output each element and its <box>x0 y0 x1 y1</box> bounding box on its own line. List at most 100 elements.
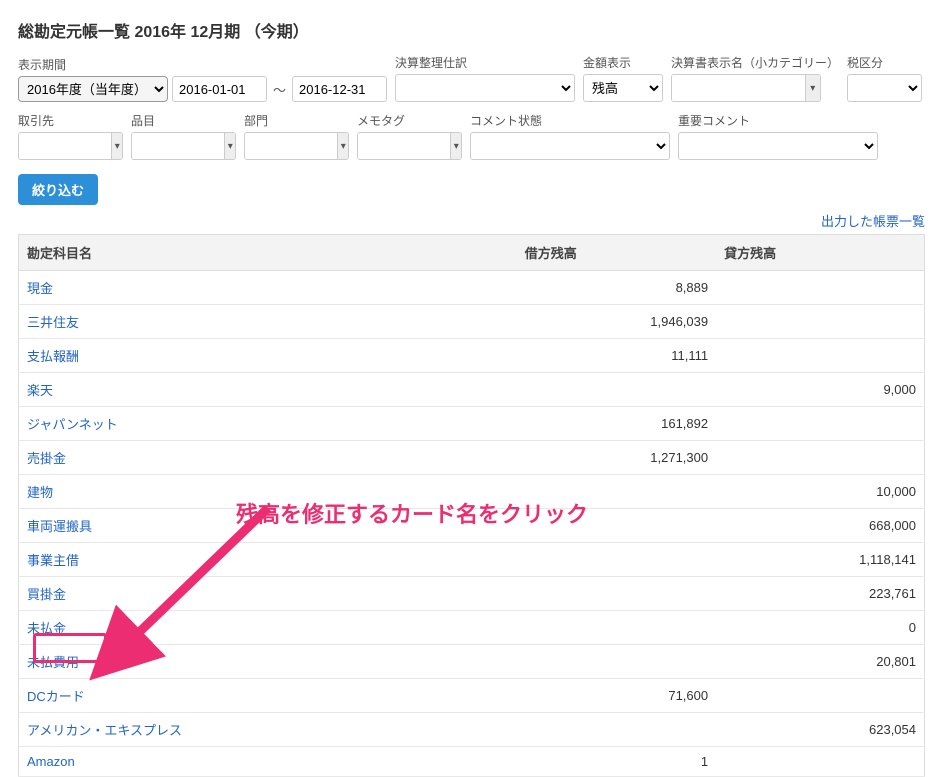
item-combo[interactable]: ▾ <box>131 132 236 160</box>
section-input[interactable] <box>245 133 337 159</box>
account-link[interactable]: 建物 <box>27 485 53 500</box>
table-row: 売掛金 1,271,300 <box>19 441 925 475</box>
credit-cell: 20,801 <box>716 645 924 679</box>
credit-cell <box>716 679 924 713</box>
label-memo-tag: メモタグ <box>357 112 462 129</box>
table-row: Amazon 1 <box>19 747 925 777</box>
table-row: 現金 8,889 <box>19 271 925 305</box>
credit-cell <box>716 407 924 441</box>
label-comment-status: コメント状態 <box>470 112 670 129</box>
debit-cell: 11,111 <box>517 339 716 373</box>
account-link[interactable]: DCカード <box>27 689 85 704</box>
credit-cell <box>716 305 924 339</box>
account-link[interactable]: 支払報酬 <box>27 349 79 364</box>
comment-status-select[interactable] <box>470 132 670 160</box>
report-display-name-combo[interactable]: ▾ <box>671 74 821 102</box>
annotation-text: 残高を修正するカード名をクリック <box>236 497 588 529</box>
debit-cell <box>517 543 716 577</box>
partner-combo[interactable]: ▾ <box>18 132 123 160</box>
filter-section: 部門 ▾ <box>244 112 349 160</box>
filter-button[interactable]: 絞り込む <box>18 174 98 205</box>
filter-comment-status: コメント状態 <box>470 112 670 160</box>
tilde: 〜 <box>271 80 288 99</box>
credit-cell <box>716 441 924 475</box>
filter-partner: 取引先 ▾ <box>18 112 123 160</box>
tax-division-select[interactable] <box>847 74 922 102</box>
account-link[interactable]: 楽天 <box>27 383 53 398</box>
filter-amount-display: 金額表示 残高 <box>583 54 663 102</box>
memo-tag-combo[interactable]: ▾ <box>357 132 462 160</box>
filter-important-comment: 重要コメント <box>678 112 878 160</box>
important-comment-select[interactable] <box>678 132 878 160</box>
label-important-comment: 重要コメント <box>678 112 878 129</box>
account-link[interactable]: 買掛金 <box>27 587 66 602</box>
credit-cell: 668,000 <box>716 509 924 543</box>
table-row: 三井住友 1,946,039 <box>19 305 925 339</box>
label-report-display-name: 決算書表示名（小カテゴリー） <box>671 54 839 71</box>
credit-cell <box>716 747 924 777</box>
debit-cell <box>517 373 716 407</box>
filter-item: 品目 ▾ <box>131 112 236 160</box>
filter-report-display-name: 決算書表示名（小カテゴリー） ▾ <box>671 54 839 102</box>
debit-cell: 8,889 <box>517 271 716 305</box>
label-tax-division: 税区分 <box>847 54 922 71</box>
column-header-credit: 貸方残高 <box>716 235 924 271</box>
filter-row-1: 表示期間 2016年度（当年度） 〜 決算整理仕訳 金額表示 残高 決算書表示名… <box>18 54 925 102</box>
memo-tag-input[interactable] <box>358 133 450 159</box>
account-link[interactable]: 事業主借 <box>27 553 79 568</box>
debit-cell <box>517 713 716 747</box>
section-combo[interactable]: ▾ <box>244 132 349 160</box>
account-link[interactable]: アメリカン・エキスプレス <box>27 723 182 738</box>
chevron-down-icon[interactable]: ▾ <box>337 133 348 159</box>
page-title: 総勘定元帳一覧 2016年 12月期 （今期） <box>18 18 925 42</box>
credit-cell: 0 <box>716 611 924 645</box>
debit-cell: 1 <box>517 747 716 777</box>
label-partner: 取引先 <box>18 112 123 129</box>
account-link[interactable]: 売掛金 <box>27 451 66 466</box>
debit-cell: 1,946,039 <box>517 305 716 339</box>
label-section: 部門 <box>244 112 349 129</box>
credit-cell: 1,118,141 <box>716 543 924 577</box>
filter-tax-division: 税区分 <box>847 54 922 102</box>
debit-cell: 161,892 <box>517 407 716 441</box>
debit-cell: 71,600 <box>517 679 716 713</box>
chevron-down-icon[interactable]: ▾ <box>805 75 820 101</box>
account-link[interactable]: 三井住友 <box>27 315 79 330</box>
debit-cell: 1,271,300 <box>517 441 716 475</box>
debit-cell <box>517 577 716 611</box>
chevron-down-icon[interactable]: ▾ <box>224 133 235 159</box>
label-amount-display: 金額表示 <box>583 54 663 71</box>
filter-display-period: 表示期間 2016年度（当年度） 〜 <box>18 56 387 102</box>
table-row: 楽天 9,000 <box>19 373 925 407</box>
column-header-debit: 借方残高 <box>517 235 716 271</box>
item-input[interactable] <box>132 133 224 159</box>
credit-cell: 9,000 <box>716 373 924 407</box>
credit-cell: 223,761 <box>716 577 924 611</box>
report-display-name-input[interactable] <box>672 75 805 101</box>
credit-cell: 10,000 <box>716 475 924 509</box>
period-from-input[interactable] <box>172 76 267 102</box>
account-link[interactable]: 車両運搬具 <box>27 519 92 534</box>
debit-cell <box>517 645 716 679</box>
fiscal-year-select[interactable]: 2016年度（当年度） <box>18 76 168 102</box>
filter-memo-tag: メモタグ ▾ <box>357 112 462 160</box>
amount-display-select[interactable]: 残高 <box>583 74 663 102</box>
filter-row-2: 取引先 ▾ 品目 ▾ 部門 ▾ メモタグ ▾ コメント状態 重要コメント <box>18 112 925 160</box>
account-link[interactable]: Amazon <box>27 754 75 769</box>
table-row: DCカード 71,600 <box>19 679 925 713</box>
exported-reports-link[interactable]: 出力した帳票一覧 <box>821 214 925 229</box>
label-closing-adjustment: 決算整理仕訳 <box>395 54 575 71</box>
period-to-input[interactable] <box>292 76 387 102</box>
table-row: 支払報酬 11,111 <box>19 339 925 373</box>
chevron-down-icon[interactable]: ▾ <box>111 133 122 159</box>
account-link[interactable]: ジャパンネット <box>27 417 118 432</box>
partner-input[interactable] <box>19 133 111 159</box>
credit-cell <box>716 271 924 305</box>
credit-cell <box>716 339 924 373</box>
chevron-down-icon[interactable]: ▾ <box>450 133 461 159</box>
filter-closing-adjustment: 決算整理仕訳 <box>395 54 575 102</box>
annotation-highlight <box>33 633 107 663</box>
closing-adjustment-select[interactable] <box>395 74 575 102</box>
table-row: アメリカン・エキスプレス623,054 <box>19 713 925 747</box>
account-link[interactable]: 現金 <box>27 281 53 296</box>
